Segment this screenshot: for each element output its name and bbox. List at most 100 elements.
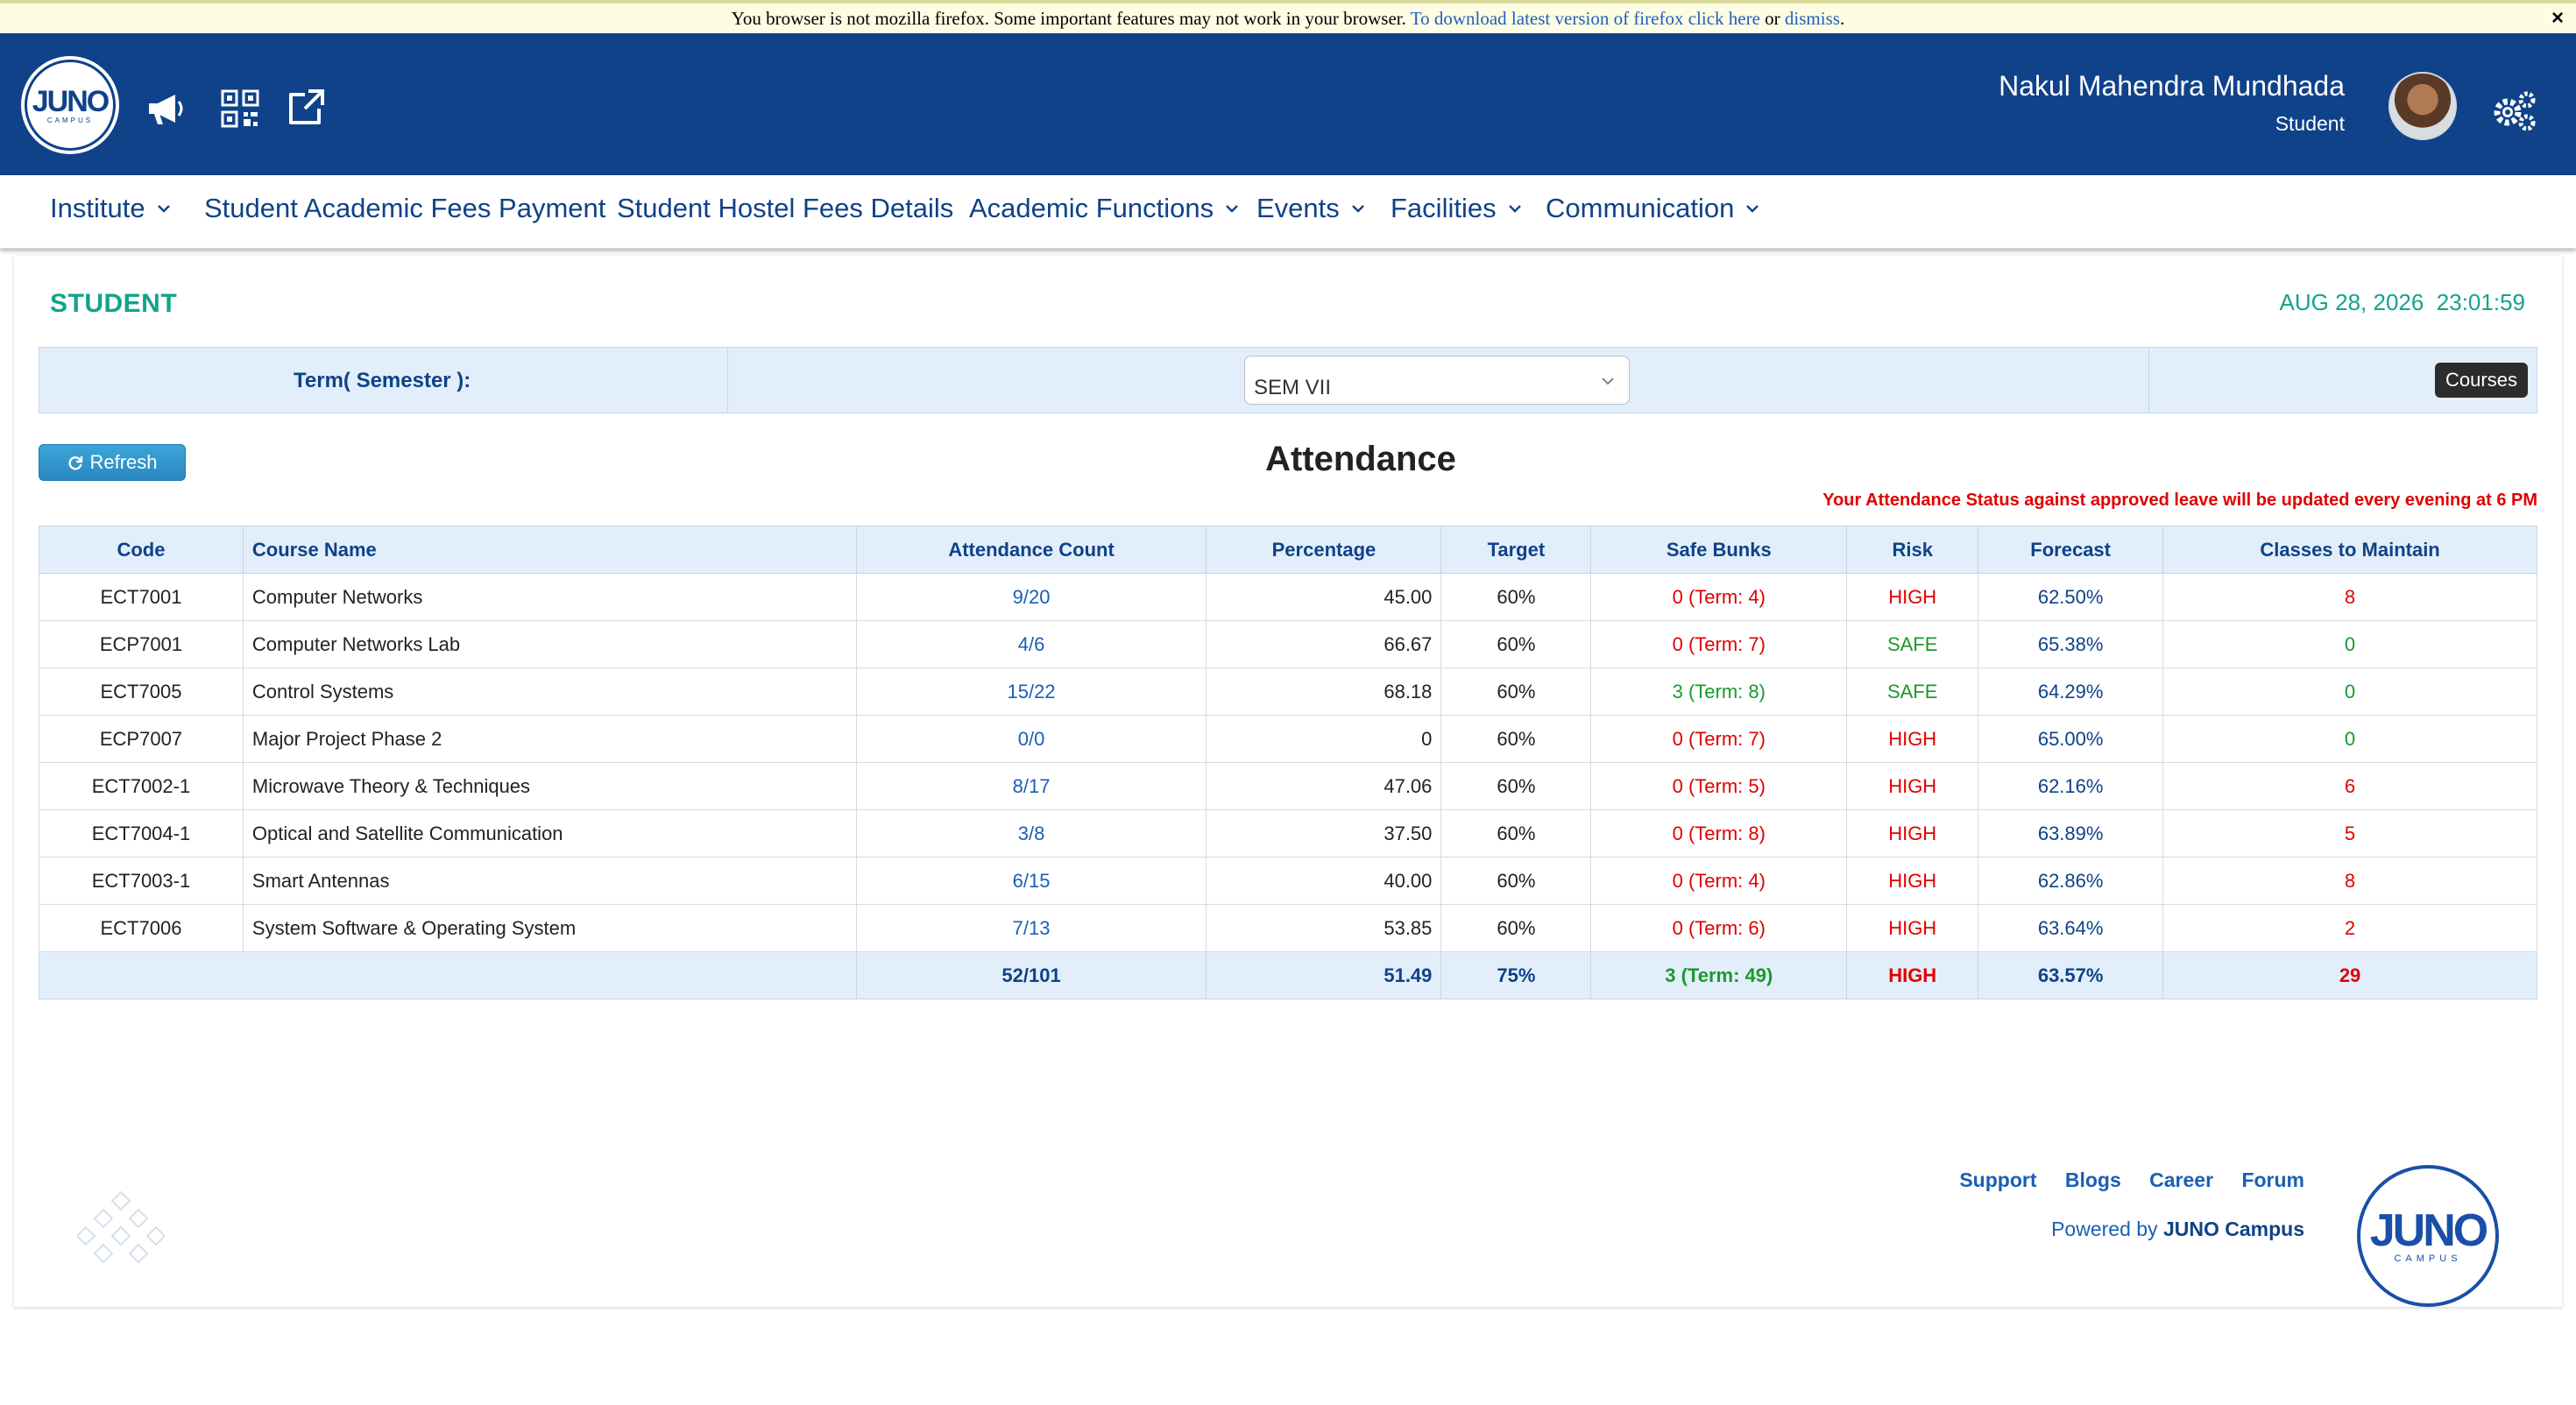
attendance-count-link[interactable]: 3/8 [855,809,1207,858]
attendance-count-link[interactable]: 9/20 [855,573,1207,621]
totals-blank [39,951,857,999]
gears-icon[interactable] [2488,86,2539,137]
attendance-heading: Attendance [1265,440,1456,478]
download-firefox-link[interactable]: To download latest version of firefox cl… [1411,8,1760,29]
powered-brand-link[interactable]: JUNO Campus [2163,1218,2304,1240]
attendance-count-link[interactable]: 8/17 [855,762,1207,810]
nav-item-hostel-fees[interactable]: Student Hostel Fees Details [617,193,953,224]
table-row: ECT7001 Computer Networks 9/20 45.00 60%… [39,573,2537,621]
attendance-count-link[interactable]: 4/6 [855,620,1207,668]
browser-warning-text: You browser is not mozilla firefox. Some… [731,8,1406,29]
qr-code-icon[interactable] [217,86,263,131]
nav-item-academic-functions[interactable]: Academic Functions [969,193,1240,224]
datetime: AUG 28, 2026 23:01:59 [2280,289,2525,316]
table-row: ECT7004-1 Optical and Satellite Communic… [39,809,2537,858]
risk: HIGH [1846,573,1979,621]
target: 60% [1440,667,1592,716]
risk: SAFE [1846,620,1979,668]
risk: HIGH [1846,715,1979,763]
target: 60% [1440,620,1592,668]
nav-label: Institute [50,193,145,223]
table-row: ECP7001 Computer Networks Lab 4/6 66.67 … [39,620,2537,668]
attendance-count-link[interactable]: 7/13 [855,904,1207,952]
footer-logo-subtext: CAMPUS [2394,1253,2462,1264]
classes-to-maintain: 5 [2162,809,2537,858]
col-header-classes-to-maintain[interactable]: Classes to Maintain [2162,526,2537,574]
percentage: 47.06 [1206,762,1442,810]
course-name: Computer Networks Lab [242,620,857,668]
forecast: 65.00% [1978,715,2164,763]
col-header-attendance-count[interactable]: Attendance Count [855,526,1207,574]
nav-item-communication[interactable]: Communication [1546,193,1760,224]
nav-item-institute[interactable]: Institute [50,193,172,224]
course-name: Microwave Theory & Techniques [242,762,857,810]
footer-link-forum[interactable]: Forum [2241,1168,2304,1191]
table-row: ECP7007 Major Project Phase 2 0/0 0 60% … [39,715,2537,763]
attendance-count-link[interactable]: 0/0 [855,715,1207,763]
forecast: 62.50% [1978,573,2164,621]
percentage: 45.00 [1206,573,1442,621]
forecast: 62.16% [1978,762,2164,810]
target: 60% [1440,904,1592,952]
close-warning-button[interactable]: × [2551,4,2564,33]
course-code: ECT7004-1 [39,809,244,858]
megaphone-icon[interactable] [144,86,189,131]
risk: HIGH [1846,809,1979,858]
forecast: 62.86% [1978,857,2164,905]
classes-to-maintain: 8 [2162,573,2537,621]
total-forecast: 63.57% [1978,951,2164,999]
col-header-course-name[interactable]: Course Name [242,526,857,574]
risk: HIGH [1846,857,1979,905]
term-label: Term( Semester ): [294,369,471,392]
safe-bunks: 3 (Term: 8) [1590,667,1848,716]
percentage: 53.85 [1206,904,1442,952]
target: 60% [1440,715,1592,763]
table-totals-row: 52/101 51.49 75% 3 (Term: 49) HIGH 63.57… [39,951,2537,999]
footer-link-support[interactable]: Support [1959,1168,2036,1191]
course-code: ECT7001 [39,573,244,621]
footer-link-career[interactable]: Career [2149,1168,2213,1191]
percentage: 0 [1206,715,1442,763]
course-code: ECT7006 [39,904,244,952]
nav-item-facilities[interactable]: Facilities [1391,193,1523,224]
term-select[interactable]: SEM VII [1244,356,1630,405]
logo-text: JUNO [32,84,110,118]
attendance-count-link[interactable]: 6/15 [855,857,1207,905]
nav-item-events[interactable]: Events [1256,193,1366,224]
current-date: AUG 28, 2026 [2279,289,2424,315]
col-header-target[interactable]: Target [1440,526,1592,574]
safe-bunks: 0 (Term: 5) [1590,762,1848,810]
footer-juno-logo[interactable]: JUNO CAMPUS [2357,1165,2499,1307]
page-title: STUDENT [50,289,178,318]
footer-link-blogs[interactable]: Blogs [2065,1168,2121,1191]
classes-to-maintain: 2 [2162,904,2537,952]
col-header-risk[interactable]: Risk [1846,526,1979,574]
nav-label: Student Academic Fees Payment [204,193,606,223]
term-label-cell: Term( Semester ): [39,348,728,413]
nav-label: Facilities [1391,193,1497,223]
risk: HIGH [1846,904,1979,952]
col-header-code[interactable]: Code [39,526,244,574]
target: 60% [1440,857,1592,905]
risk: HIGH [1846,762,1979,810]
col-header-percentage[interactable]: Percentage [1206,526,1442,574]
external-link-icon[interactable] [282,86,328,131]
table-row: ECT7006 System Software & Operating Syst… [39,904,2537,952]
chevron-down-icon [1508,205,1521,213]
user-name[interactable]: Nakul Mahendra Mundhada [1999,70,2345,102]
dismiss-link[interactable]: dismiss [1785,8,1840,29]
juno-logo[interactable]: JUNO CAMPUS [25,60,116,151]
current-time: 23:01:59 [2436,289,2525,315]
nav-label: Academic Functions [969,193,1214,223]
classes-to-maintain: 0 [2162,667,2537,716]
total-classes-to-maintain: 29 [2162,951,2537,999]
nav-item-academic-fees[interactable]: Student Academic Fees Payment [204,193,605,224]
col-header-safe-bunks[interactable]: Safe Bunks [1590,526,1848,574]
classes-to-maintain: 6 [2162,762,2537,810]
courses-button[interactable]: Courses [2435,363,2528,398]
classes-to-maintain: 0 [2162,715,2537,763]
col-header-forecast[interactable]: Forecast [1978,526,2164,574]
avatar[interactable] [2388,72,2457,140]
attendance-count-link[interactable]: 15/22 [855,667,1207,716]
course-name: Optical and Satellite Communication [242,809,857,858]
